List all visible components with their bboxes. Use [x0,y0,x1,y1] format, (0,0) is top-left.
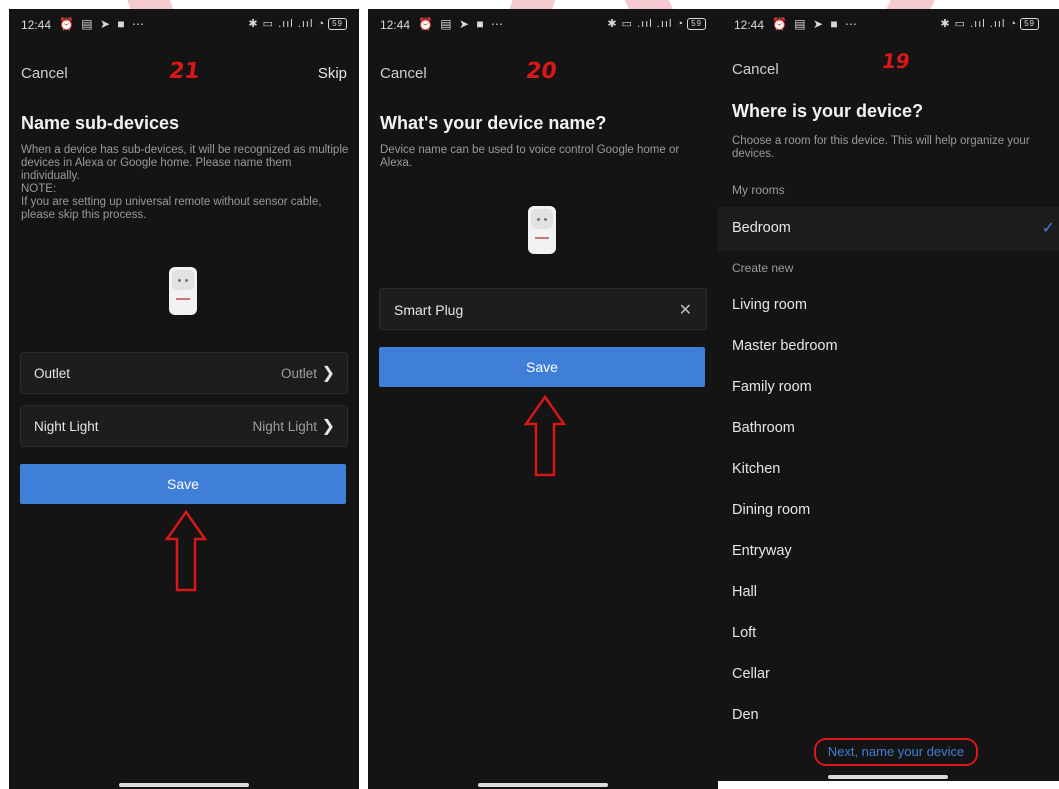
note-label: NOTE: [21,183,57,195]
device-name-input[interactable]: Smart Plug ✕ [379,288,707,330]
cancel-button[interactable]: Cancel [732,61,779,78]
annotation-arrow-icon [164,509,208,592]
description: When a device has sub-devices, it will b… [21,144,349,222]
device-name-value: Smart Plug [394,302,464,318]
skip-button[interactable]: Skip [318,65,347,82]
room-label: Bedroom [732,220,791,236]
status-bar: 12:44 ⏰ ▤ ➤ ■ ⋯ ✱ ▭ .ııl .ııl ◔ 59 [368,9,718,39]
room-option-master-bedroom[interactable]: Master bedroom [732,338,838,354]
system-icons: ✱ ▭ .ııl .ııl ◔ 59 [607,17,706,31]
home-indicator [478,783,608,787]
top-bar: Cancel 19 [718,49,1059,87]
home-indicator [828,775,948,779]
chevron-right-icon: ❯ [321,418,335,435]
room-option-family-room[interactable]: Family room [732,379,812,395]
smart-plug-image [528,206,556,254]
room-option-bathroom[interactable]: Bathroom [732,420,795,436]
notification-icons: ⏰ ▤ ➤ ■ ⋯ [418,17,505,31]
status-time: 12:44 [380,18,411,32]
description: Choose a room for this device. This will… [732,135,1030,160]
room-option-kitchen[interactable]: Kitchen [732,461,780,477]
page-title: Name sub-devices [21,113,180,133]
sub-device-row-outlet[interactable]: Outlet Outlet ❯ [20,352,348,394]
section-label-create-new: Create new [732,261,794,275]
room-option-cellar[interactable]: Cellar [732,666,770,682]
row-value: Outlet [280,366,317,381]
checkmark-icon: ✓ [1041,220,1055,237]
system-icons: ✱ ▭ .ııl .ııl ◔ 59 [248,17,347,31]
home-indicator [119,783,249,787]
save-button[interactable]: Save [379,347,705,387]
top-bar: Cancel 20 [368,55,718,91]
annotation-arrow-icon [523,394,567,477]
phone-screen-device-name: 12:44 ⏰ ▤ ➤ ■ ⋯ ✱ ▭ .ııl .ııl ◔ 59 Cancel… [368,9,718,789]
status-time: 12:44 [734,18,765,32]
row-value: Night Light [252,419,317,434]
battery-icon: 59 [1020,18,1039,31]
room-option-entryway[interactable]: Entryway [732,543,792,559]
save-button[interactable]: Save [20,464,346,504]
notification-icons: ⏰ ▤ ➤ ■ ⋯ [772,17,859,31]
phone-screen-room-select: 12:44 ⏰ ▤ ➤ ■ ⋯ ✱ ▭ .ııl .ııl ◔ 59 Cancel… [718,9,1059,781]
cancel-button[interactable]: Cancel [380,65,427,82]
note-text: If you are setting up universal remote w… [21,196,322,221]
room-option-dining-room[interactable]: Dining room [732,502,810,518]
page-title: Where is your device? [732,101,924,121]
step-number: 21 [167,59,202,84]
room-option-living-room[interactable]: Living room [732,297,807,313]
description-text: When a device has sub-devices, it will b… [21,144,349,182]
clear-icon[interactable]: ✕ [679,300,692,320]
next-name-device-button[interactable]: Next, name your device [814,738,978,766]
section-label-my-rooms: My rooms [732,183,785,197]
chevron-right-icon: ❯ [321,365,335,382]
cancel-button[interactable]: Cancel [21,65,68,82]
description: Device name can be used to voice control… [380,144,680,169]
sub-device-row-night-light[interactable]: Night Light Night Light ❯ [20,405,348,447]
row-label: Outlet [34,366,71,381]
status-time: 12:44 [21,18,52,32]
notification-icons: ⏰ ▤ ➤ ■ ⋯ [59,17,146,31]
phone-screen-name-sub-devices: 12:44 ⏰ ▤ ➤ ■ ⋯ ✱ ▭ .ııl .ııl ◔ 59 Cancel… [9,9,359,789]
top-bar: Cancel 21 Skip [9,55,359,91]
room-option-loft[interactable]: Loft [732,625,756,641]
status-bar: 12:44 ⏰ ▤ ➤ ■ ⋯ ✱ ▭ .ııl .ııl ◔ 59 [718,9,1059,39]
smart-plug-image [169,267,197,315]
row-label: Night Light [34,419,99,434]
step-number: 19 [880,49,912,73]
room-option-hall[interactable]: Hall [732,584,757,600]
system-icons: ✱ ▭ .ııl .ııl ◔ 59 [940,17,1039,31]
status-bar: 12:44 ⏰ ▤ ➤ ■ ⋯ ✱ ▭ .ııl .ııl ◔ 59 [9,9,359,39]
page-title: What's your device name? [380,113,607,133]
room-option-den[interactable]: Den [732,707,759,723]
room-row-bedroom[interactable]: Bedroom ✓ [718,207,1059,251]
step-number: 20 [524,59,559,84]
battery-icon: 59 [687,18,706,31]
battery-icon: 59 [328,18,347,31]
